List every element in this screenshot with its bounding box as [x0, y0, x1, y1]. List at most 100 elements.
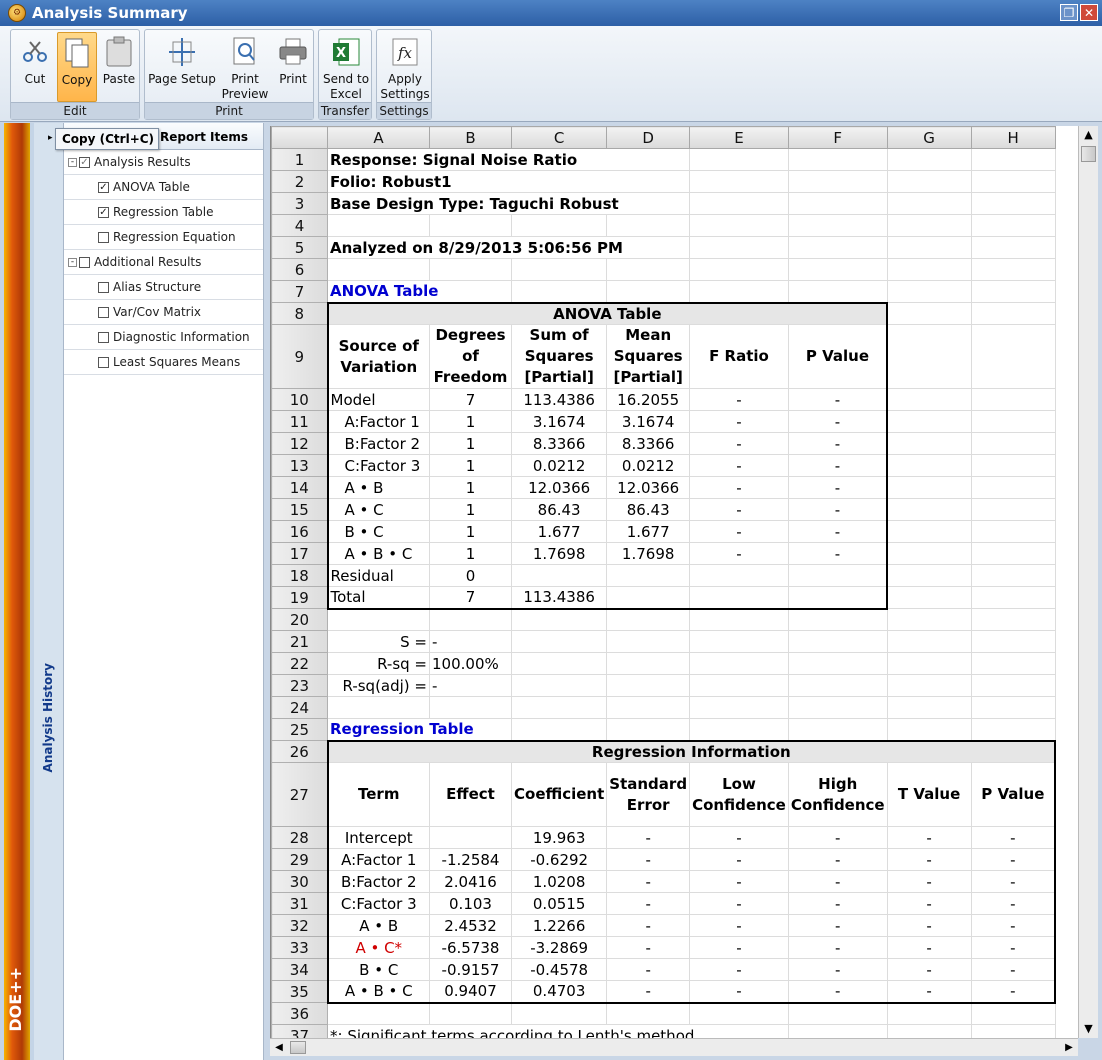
column-header[interactable]: H — [970, 126, 1056, 149]
anova-cell[interactable]: 3.1674 — [510, 410, 608, 433]
cell[interactable] — [886, 564, 972, 587]
regression-header[interactable]: High Confidence — [787, 762, 888, 827]
anova-cell[interactable]: 16.2055 — [606, 388, 691, 411]
row-header[interactable]: 19 — [271, 586, 328, 609]
checkbox[interactable]: ✓ — [79, 156, 90, 168]
cell[interactable] — [886, 542, 972, 565]
anova-cell[interactable]: - — [689, 542, 789, 565]
row-header[interactable]: 2 — [271, 170, 328, 193]
print-preview-button[interactable]: Print Preview — [219, 32, 271, 102]
regression-cell[interactable]: -0.9157 — [429, 958, 512, 981]
cell[interactable] — [787, 148, 888, 171]
anova-cell[interactable]: 7 — [429, 388, 512, 411]
regression-header[interactable]: Low Confidence — [689, 762, 789, 827]
regression-header[interactable]: Standard Error — [606, 762, 691, 827]
anova-cell[interactable]: - — [689, 454, 789, 477]
cell[interactable] — [606, 652, 691, 675]
anova-cell[interactable]: 113.4386 — [510, 586, 608, 610]
anova-cell[interactable]: 1 — [429, 432, 512, 455]
cell[interactable] — [886, 630, 972, 653]
checkbox[interactable]: ✓ — [98, 181, 109, 193]
regression-cell[interactable]: - — [689, 914, 789, 937]
anova-cell[interactable]: - — [689, 432, 789, 455]
regression-cell[interactable]: - — [787, 848, 888, 871]
checkbox[interactable] — [98, 306, 109, 318]
cell[interactable] — [886, 432, 972, 455]
cell[interactable] — [787, 236, 888, 259]
cell[interactable] — [886, 696, 972, 719]
regression-cell[interactable]: - — [970, 826, 1057, 849]
regression-cell[interactable]: -6.5738 — [429, 936, 512, 959]
cell[interactable] — [510, 630, 608, 653]
close-button[interactable]: ✕ — [1080, 4, 1098, 21]
row-header[interactable]: 35 — [271, 980, 328, 1003]
regression-cell[interactable]: - — [606, 980, 691, 1004]
cell[interactable] — [606, 718, 691, 741]
column-header[interactable]: C — [510, 126, 608, 149]
cell[interactable] — [886, 520, 972, 543]
cell[interactable] — [886, 498, 972, 521]
anova-cell[interactable]: 1 — [429, 498, 512, 521]
checkbox[interactable] — [98, 231, 109, 243]
regression-cell[interactable]: 19.963 — [510, 826, 608, 849]
column-header[interactable]: A — [327, 126, 430, 149]
cell[interactable] — [886, 280, 972, 303]
regression-cell[interactable]: - — [970, 870, 1057, 893]
cell[interactable] — [327, 608, 430, 631]
stat-label[interactable]: R-sq = — [327, 652, 430, 675]
row-header[interactable]: 20 — [271, 608, 328, 631]
anova-cell[interactable]: - — [689, 498, 789, 521]
cell[interactable] — [970, 1002, 1056, 1025]
anova-cell[interactable]: 1 — [429, 520, 512, 543]
regression-cell[interactable]: - — [886, 826, 972, 849]
spreadsheet[interactable]: A B C D E F G H 1 Response: Signal Noise Ratio 2 Fo… — [270, 126, 1078, 1038]
regression-cell[interactable]: B • C — [326, 958, 430, 981]
anova-cell[interactable]: 0 — [429, 564, 512, 587]
cell[interactable] — [970, 258, 1056, 281]
cell[interactable] — [787, 696, 888, 719]
regression-cell[interactable]: 0.9407 — [429, 980, 512, 1004]
column-header[interactable]: E — [689, 126, 789, 149]
horizontal-scroll-thumb[interactable] — [290, 1041, 306, 1054]
cell[interactable] — [689, 192, 789, 215]
anova-cell[interactable]: - — [787, 520, 889, 543]
anova-cell[interactable]: 86.43 — [510, 498, 608, 521]
row-header[interactable]: 8 — [271, 302, 328, 325]
cell[interactable] — [787, 608, 888, 631]
anova-cell[interactable]: Model — [326, 388, 430, 411]
cell[interactable] — [970, 236, 1056, 259]
regression-cell[interactable]: -3.2869 — [510, 936, 608, 959]
anova-cell[interactable]: - — [787, 388, 889, 411]
regression-link[interactable]: Regression Table — [327, 718, 512, 741]
anova-cell[interactable]: C:Factor 3 — [326, 454, 430, 477]
apply-settings-button[interactable]: fx Apply Settings — [379, 32, 431, 102]
cell[interactable] — [787, 214, 888, 237]
anova-title[interactable]: ANOVA Table — [326, 301, 889, 325]
info-cell[interactable]: Base Design Type: Taguchi Robust — [326, 192, 690, 215]
regression-cell[interactable]: - — [689, 892, 789, 915]
tree-item[interactable]: Alias Structure — [64, 275, 263, 300]
regression-cell[interactable]: - — [606, 826, 691, 849]
column-header[interactable]: F — [787, 126, 888, 149]
info-cell[interactable]: Response: Signal Noise Ratio — [326, 148, 690, 171]
anova-cell[interactable]: 1.7698 — [606, 542, 691, 565]
cell[interactable] — [606, 280, 691, 303]
cell[interactable] — [327, 696, 430, 719]
cell[interactable] — [429, 608, 512, 631]
regression-cell[interactable]: - — [689, 980, 789, 1004]
tree-item[interactable]: Var/Cov Matrix — [64, 300, 263, 325]
analysis-history-tab[interactable]: Analysis History — [34, 123, 64, 1060]
cell[interactable] — [510, 696, 608, 719]
cell[interactable] — [886, 388, 972, 411]
row-header[interactable]: 15 — [271, 498, 328, 521]
regression-cell[interactable]: - — [787, 870, 888, 893]
anova-cell[interactable] — [606, 564, 691, 587]
cell[interactable] — [787, 258, 888, 281]
row-header[interactable]: 26 — [271, 740, 328, 763]
checkbox[interactable] — [79, 256, 90, 268]
anova-cell[interactable]: - — [787, 476, 889, 499]
anova-cell[interactable] — [787, 586, 889, 610]
anova-cell[interactable]: - — [689, 476, 789, 499]
tree-item[interactable]: - ✓ Analysis Results — [64, 150, 263, 175]
regression-cell[interactable]: - — [787, 826, 888, 849]
